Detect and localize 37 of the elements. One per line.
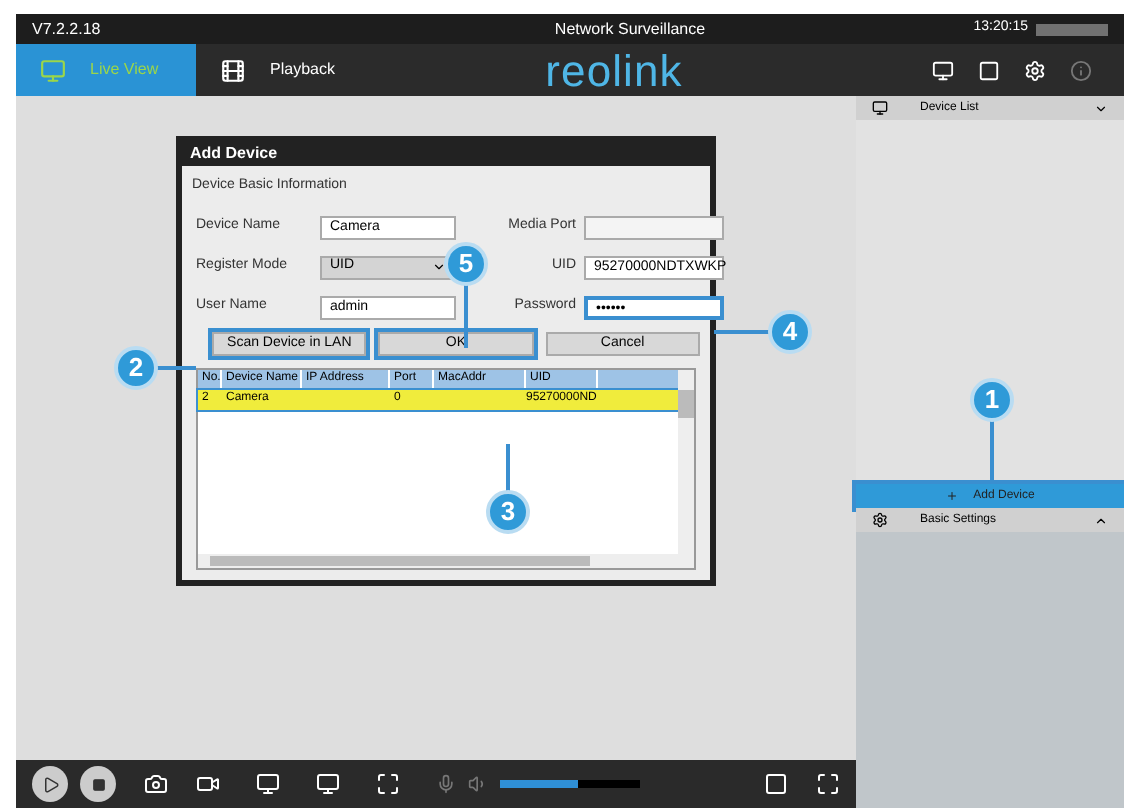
gear-icon: [872, 512, 888, 528]
vertical-scrollbar[interactable]: [678, 369, 694, 554]
nav-tab[interactable]: Playback: [196, 44, 376, 96]
fullscreen-icon[interactable]: [816, 772, 840, 796]
chevron-up-icon: [1094, 513, 1108, 527]
layout-icon[interactable]: [764, 772, 788, 796]
speaker-icon[interactable]: [468, 774, 488, 794]
dialog-title: Add Device: [188, 142, 280, 166]
stop-icon: [91, 777, 105, 791]
dropdown-icon: [432, 260, 446, 274]
leader-line: [464, 284, 468, 348]
screen-icon[interactable]: [256, 772, 280, 796]
screen-icon[interactable]: [316, 772, 340, 796]
video-icon[interactable]: [196, 772, 220, 796]
leader-line: [156, 366, 196, 370]
leader-line: [714, 330, 770, 334]
camera-icon[interactable]: [144, 772, 168, 796]
settings-icon[interactable]: [1024, 59, 1046, 81]
play-button[interactable]: [32, 766, 68, 802]
version-text: V7.2.2.18: [32, 17, 103, 41]
logo: reolink: [545, 43, 683, 99]
horizontal-scrollbar[interactable]: [198, 554, 694, 568]
film-icon: [220, 57, 246, 83]
microphone-icon[interactable]: [436, 774, 456, 794]
monitor-icon: [40, 57, 66, 83]
leader-line: [990, 420, 994, 480]
leader-line: [506, 444, 510, 492]
play-icon: [41, 775, 59, 793]
plus-icon: [945, 490, 958, 502]
input-field[interactable]: [584, 215, 724, 239]
window-title: Network Surveillance: [552, 17, 708, 41]
display-icon[interactable]: [978, 59, 1000, 81]
chevron-down-icon: [1094, 101, 1108, 115]
info-icon[interactable]: [1070, 59, 1092, 81]
stop-button[interactable]: [80, 766, 116, 802]
device-icon: [872, 100, 888, 116]
volume-slider[interactable]: [500, 780, 640, 788]
